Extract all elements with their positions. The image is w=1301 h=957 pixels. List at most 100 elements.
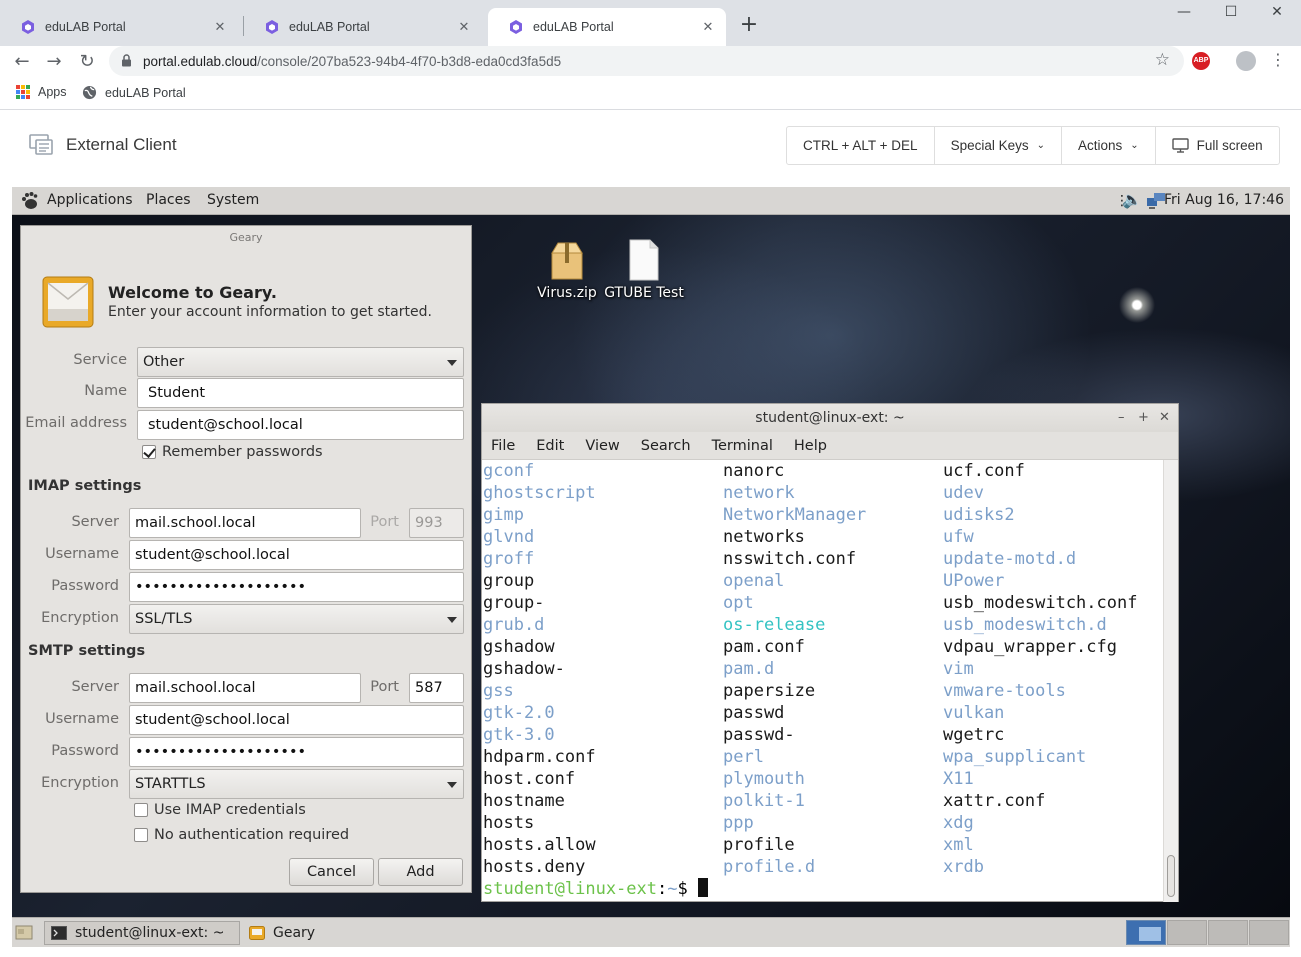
menu-places[interactable]: Places — [146, 192, 191, 208]
dropdown-arrow-icon — [447, 360, 457, 366]
no-authentication-checkbox[interactable]: No authentication required — [134, 827, 349, 843]
terminal-entry: usb_modeswitch.d — [943, 615, 1107, 635]
smtp-port-field[interactable]: 587 — [409, 673, 464, 703]
terminal-prompt[interactable]: student@linux-ext:~$ — [483, 878, 708, 900]
tab-close-icon[interactable]: ✕ — [456, 19, 472, 35]
new-tab-plus-icon[interactable]: + — [737, 14, 761, 38]
terminal-entry: UPower — [943, 571, 1005, 591]
smtp-password-field[interactable]: •••••••••••••••••••• — [129, 737, 464, 767]
fullscreen-button[interactable]: Full screen — [1156, 127, 1279, 164]
remote-desktop-canvas[interactable]: Applications Places System ⋮ 🔈 Fri Aug 1… — [12, 187, 1290, 947]
terminal-entry: groff — [483, 549, 535, 569]
tab-title: eduLAB Portal — [533, 20, 614, 34]
tab-strip: eduLAB Portal ✕ eduLAB Portal ✕ eduLAB P… — [0, 0, 1301, 46]
prompt-symbol: $ — [677, 879, 698, 899]
maximize-icon[interactable]: ☐ — [1211, 4, 1251, 20]
email-field[interactable]: student@school.local — [137, 410, 464, 440]
use-imap-credentials-checkbox[interactable]: Use IMAP credentials — [134, 802, 306, 818]
name-field[interactable]: Student — [137, 378, 464, 408]
checkbox-unchecked-icon — [134, 828, 148, 842]
browser-tab-3-active[interactable]: eduLAB Portal ✕ — [488, 8, 726, 46]
gnome-foot-icon[interactable] — [20, 191, 40, 211]
tab-close-icon[interactable]: ✕ — [212, 19, 228, 35]
ctrl-alt-del-button[interactable]: CTRL + ALT + DEL — [787, 127, 935, 164]
imap-password-field[interactable]: •••••••••••••••••••• — [129, 572, 464, 602]
taskbar-item-geary[interactable]: Geary — [242, 921, 442, 945]
minimize-icon[interactable]: — — [1164, 4, 1204, 20]
workspace-2[interactable] — [1167, 920, 1207, 945]
menu-search[interactable]: Search — [641, 438, 691, 454]
dropdown-arrow-icon — [447, 617, 457, 623]
workspace-1[interactable] — [1126, 920, 1166, 945]
remember-passwords-checkbox[interactable]: Remember passwords — [142, 444, 323, 460]
actions-dropdown[interactable]: Actions ⌄ — [1062, 127, 1156, 164]
bookmark-label: Apps — [38, 85, 67, 99]
imap-encryption-label: Encryption — [41, 610, 119, 626]
minimize-icon[interactable]: – — [1118, 404, 1125, 432]
terminal-entry: plymouth — [723, 769, 805, 789]
terminal-entry: hosts.allow — [483, 835, 596, 855]
imap-username-field[interactable]: student@school.local — [129, 540, 464, 570]
close-icon[interactable]: ✕ — [1159, 404, 1170, 432]
bookmark-star-icon[interactable]: ☆ — [1155, 50, 1170, 70]
maximize-icon[interactable]: + — [1138, 404, 1149, 432]
volume-icon[interactable]: 🔈 — [1122, 190, 1142, 209]
smtp-encryption-dropdown[interactable]: STARTTLS — [129, 769, 464, 799]
gnome-bottom-panel: student@linux-ext: ~ Geary — [12, 917, 1290, 947]
cancel-button[interactable]: Cancel — [289, 858, 374, 886]
smtp-server-field[interactable]: mail.school.local — [129, 673, 361, 703]
panel-clock[interactable]: Fri Aug 16, 17:46 — [1164, 192, 1284, 208]
terminal-entry: xml — [943, 835, 974, 855]
service-dropdown[interactable]: Other — [137, 347, 464, 377]
browser-window: eduLAB Portal ✕ eduLAB Portal ✕ eduLAB P… — [0, 0, 1301, 957]
terminal-entry: grub.d — [483, 615, 545, 635]
terminal-scrollbar[interactable] — [1163, 460, 1178, 902]
browser-tab-1[interactable]: eduLAB Portal ✕ — [0, 8, 238, 46]
network-icon[interactable] — [1146, 192, 1166, 209]
terminal-entry: opt — [723, 593, 754, 613]
menu-file[interactable]: File — [491, 438, 515, 454]
menu-applications[interactable]: Applications — [47, 192, 133, 208]
terminal-entry: NetworkManager — [723, 505, 867, 525]
profile-avatar-icon[interactable] — [1236, 51, 1256, 71]
imap-encryption-dropdown[interactable]: SSL/TLS — [129, 604, 464, 634]
terminal-entry: network — [723, 483, 795, 503]
special-keys-dropdown[interactable]: Special Keys ⌄ — [935, 127, 1062, 164]
button-label: Actions — [1078, 138, 1123, 153]
back-arrow-icon[interactable]: ← — [10, 50, 34, 74]
bookmark-edulab-portal[interactable]: eduLAB Portal — [82, 85, 186, 100]
portal-header: External Client CTRL + ALT + DEL Special… — [0, 111, 1301, 183]
workspace-3[interactable] — [1208, 920, 1248, 945]
smtp-username-field[interactable]: student@school.local — [129, 705, 464, 735]
desktop-icon-virus-zip[interactable]: Virus.zip — [534, 239, 600, 301]
menu-terminal[interactable]: Terminal — [712, 438, 773, 454]
imap-port-field[interactable]: 993 — [409, 508, 464, 538]
terminal-entry: glvnd — [483, 527, 535, 547]
add-button[interactable]: Add — [378, 858, 463, 886]
show-desktop-icon[interactable] — [15, 924, 33, 941]
forward-arrow-icon[interactable]: → — [42, 50, 66, 74]
adblock-extension-icon[interactable]: ABP — [1192, 52, 1210, 70]
menu-edit[interactable]: Edit — [536, 438, 564, 454]
terminal-output[interactable]: gconf ghostscript gimp glvnd groff group group… — [482, 460, 1164, 900]
address-bar[interactable]: portal.edulab.cloud/console/207ba523-94b… — [109, 46, 1184, 76]
bookmark-apps[interactable]: Apps — [16, 85, 67, 99]
imap-server-field[interactable]: mail.school.local — [129, 508, 361, 538]
terminal-entry: gss — [483, 681, 514, 701]
menu-help[interactable]: Help — [794, 438, 827, 454]
reload-icon[interactable]: ↻ — [75, 50, 99, 74]
scrollbar-thumb[interactable] — [1167, 855, 1175, 897]
tab-close-icon[interactable]: ✕ — [700, 19, 716, 35]
menu-view[interactable]: View — [585, 438, 619, 454]
browser-menu-icon[interactable]: ⋮ — [1270, 50, 1286, 70]
terminal-entry: udisks2 — [943, 505, 1015, 525]
desktop-icon-gtube-test[interactable]: GTUBE Test — [604, 239, 684, 301]
window-close-icon[interactable]: ✕ — [1257, 4, 1297, 20]
terminal-entry: vim — [943, 659, 974, 679]
taskbar-item-terminal[interactable]: student@linux-ext: ~ — [44, 921, 240, 945]
menu-system[interactable]: System — [207, 192, 259, 208]
geary-account-window: Geary Welcome to Geary. Enter your accou… — [20, 225, 472, 893]
browser-tab-2[interactable]: eduLAB Portal ✕ — [244, 8, 482, 46]
workspace-4[interactable] — [1249, 920, 1289, 945]
terminal-entry: ppp — [723, 813, 754, 833]
